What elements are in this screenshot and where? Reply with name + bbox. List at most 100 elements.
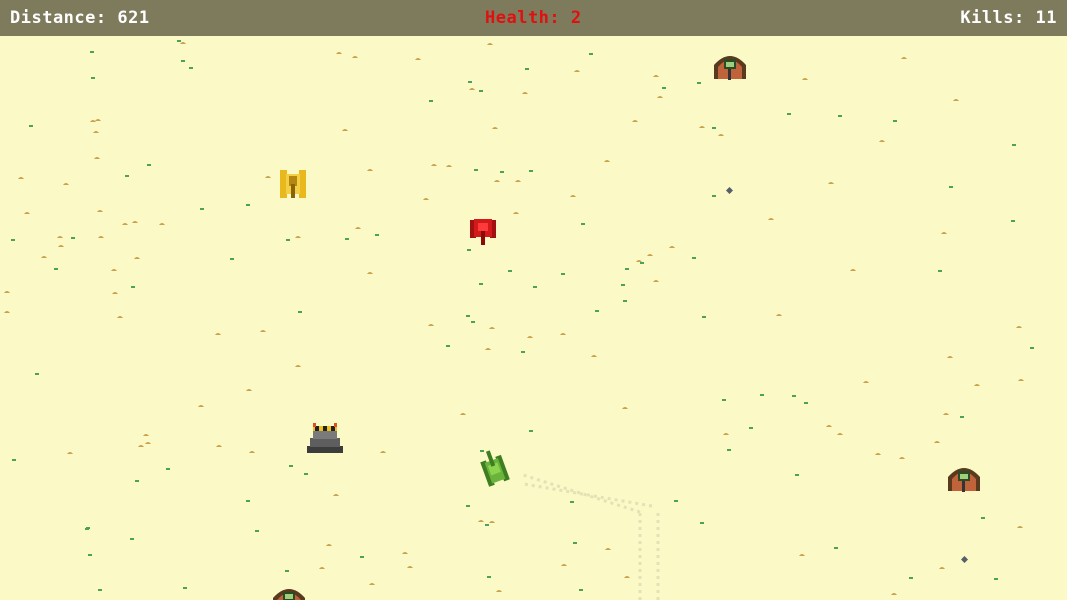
- grass-tuft: [1011, 220, 1015, 222]
- sand-pebble: [1016, 326, 1022, 328]
- grass-tuft: [130, 538, 134, 540]
- soldier-bunker-icon: [948, 468, 980, 492]
- sand-pebble: [669, 246, 675, 248]
- kills-label: Kills:: [960, 8, 1025, 28]
- sand-pebble: [561, 564, 567, 566]
- sand-pebble: [850, 269, 856, 271]
- grass-tuft: [722, 399, 726, 401]
- grass-tuft: [834, 547, 838, 549]
- sand-pebble: [249, 451, 255, 453]
- sand-pebble: [143, 434, 149, 436]
- grass-tuft: [479, 90, 483, 92]
- grass-tuft: [474, 169, 478, 171]
- sand-pebble: [574, 70, 580, 72]
- enemy-tank-yellow[interactable]: [279, 168, 307, 202]
- landmine-icon: [961, 556, 968, 563]
- sand-pebble: [723, 433, 729, 435]
- grass-tuft: [525, 68, 529, 70]
- enemy-bunker[interactable]: [271, 586, 307, 600]
- sand-pebble: [891, 593, 897, 595]
- grass-tuft: [71, 237, 75, 239]
- sand-pebble: [1018, 379, 1024, 381]
- grass-tuft: [662, 87, 666, 89]
- grass-tuft: [795, 474, 799, 476]
- sand-pebble: [57, 236, 63, 238]
- tank-tracks: [519, 472, 660, 600]
- sand-pebble: [215, 333, 221, 335]
- grass-tuft: [189, 67, 193, 69]
- sand-pebble: [776, 314, 782, 316]
- sand-pebble: [134, 257, 140, 259]
- grass-tuft: [595, 310, 599, 312]
- grass-tuft: [804, 402, 808, 404]
- health-label: Health:: [485, 8, 561, 28]
- player-tank[interactable]: [477, 448, 511, 488]
- grass-tuft: [285, 570, 289, 572]
- sand-pebble: [604, 160, 610, 162]
- grass-tuft: [166, 468, 170, 470]
- grass-tuft: [787, 113, 791, 115]
- enemy-tank-red[interactable]: [469, 217, 497, 247]
- sand-pebble: [63, 183, 69, 185]
- sand-pebble: [97, 210, 103, 212]
- grass-tuft: [304, 473, 308, 475]
- sand-pebble: [591, 355, 597, 357]
- enemy-bunker[interactable]: [712, 49, 748, 81]
- sand-pebble: [352, 56, 358, 58]
- sand-pebbles: [4, 42, 1024, 595]
- grass-tuft: [712, 195, 716, 197]
- sand-pebble: [647, 254, 653, 256]
- sand-pebble: [560, 333, 566, 335]
- enemy-bunker[interactable]: [946, 461, 982, 493]
- grass-tuft: [573, 542, 577, 544]
- sand-pebble: [342, 129, 348, 131]
- sand-pebble: [4, 311, 10, 313]
- grass-tuft: [949, 186, 953, 188]
- grass-tuft: [1012, 144, 1016, 146]
- grass-tuft: [90, 51, 94, 53]
- sand-pebble: [699, 126, 705, 128]
- sand-pebble: [431, 164, 437, 166]
- sand-pebble: [879, 140, 885, 142]
- grass-tuft: [1030, 347, 1034, 349]
- game-canvas[interactable]: Distance: 621 Health: 2 Kills: 11: [0, 0, 1067, 600]
- grass-tuft: [697, 82, 701, 84]
- sand-pebble: [18, 177, 24, 179]
- kills-counter: Kills: 11: [960, 8, 1057, 28]
- grass-tuft: [981, 517, 985, 519]
- sand-pebble: [605, 548, 611, 550]
- grass-tuft: [467, 249, 471, 251]
- grass-tuft: [838, 115, 842, 117]
- grass-tuft: [529, 170, 533, 172]
- distance-label: Distance:: [10, 8, 107, 28]
- desert-terrain: [4, 40, 1034, 600]
- sand-pebble: [492, 127, 498, 129]
- grass-tuft: [468, 81, 472, 83]
- grass-tuft: [181, 60, 185, 62]
- grass-tuft: [29, 125, 33, 127]
- health-counter: Health: 2: [485, 8, 582, 28]
- distance-counter: Distance: 621: [10, 8, 150, 28]
- sand-pebble: [653, 280, 659, 282]
- sand-pebble: [122, 223, 128, 225]
- grass-tuft: [298, 311, 302, 313]
- sand-pebble: [67, 452, 73, 454]
- grass-tuft: [749, 427, 753, 429]
- soldier-bunker-icon: [273, 589, 305, 600]
- grass-tuft: [508, 270, 512, 272]
- sand-pebble: [138, 445, 144, 447]
- sand-pebble: [947, 356, 953, 358]
- grass-tuft: [589, 53, 593, 55]
- sand-pebble: [828, 182, 834, 184]
- grass-tuft: [11, 239, 15, 241]
- sand-pebble: [117, 316, 123, 318]
- grass-tuft: [674, 500, 678, 502]
- grass-tuft: [561, 273, 565, 275]
- sand-pebble: [402, 552, 408, 554]
- landmine-icon: [726, 187, 733, 194]
- grass-tuft: [581, 223, 585, 225]
- sand-pebble: [527, 336, 533, 338]
- grass-tuft: [289, 465, 293, 467]
- sand-pebble: [4, 291, 10, 293]
- grass-tufts: [11, 40, 1034, 591]
